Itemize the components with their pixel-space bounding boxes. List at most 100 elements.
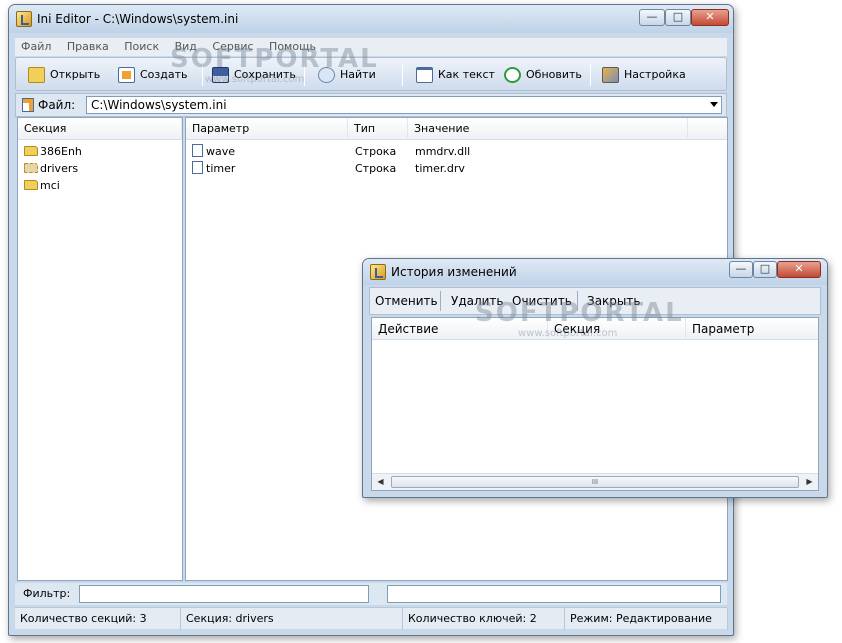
- main-toolbar: Открыть Создать Сохранить Найти Как текс…: [15, 57, 727, 91]
- column-section[interactable]: Секция: [548, 318, 686, 340]
- sections-pane[interactable]: Секция 386Enh drivers mci: [17, 117, 183, 581]
- create-button[interactable]: Создать: [114, 62, 188, 88]
- key-icon: [192, 161, 203, 174]
- column-param[interactable]: Параметр: [186, 118, 348, 140]
- scroll-thumb[interactable]: III: [391, 476, 799, 488]
- window-title: Ini Editor - C:\Windows\system.ini: [37, 12, 239, 26]
- column-section[interactable]: Секция: [18, 118, 182, 140]
- key-value: timer.drv: [415, 162, 465, 175]
- scroll-right-icon[interactable]: ▶: [801, 474, 818, 490]
- status-sections-count: Количество секций: 3: [15, 608, 181, 630]
- status-bar: Количество секций: 3 Секция: drivers Кол…: [15, 607, 728, 630]
- menu-help[interactable]: Помощь: [263, 38, 322, 56]
- menu-file[interactable]: Файл: [15, 38, 57, 56]
- table-row[interactable]: timer Строка timer.drv: [192, 160, 722, 177]
- chevron-down-icon[interactable]: [710, 102, 718, 107]
- minimize-button[interactable]: —: [639, 9, 665, 26]
- scroll-grip: III: [591, 478, 599, 486]
- toolbar-separator: [202, 64, 203, 86]
- column-action[interactable]: Действие: [372, 318, 548, 340]
- filter-input[interactable]: [79, 585, 369, 603]
- menu-search[interactable]: Поиск: [118, 38, 165, 56]
- settings-label: Настройка: [624, 68, 686, 81]
- history-header: Действие Секция Параметр: [372, 318, 818, 340]
- column-type[interactable]: Тип: [348, 118, 408, 140]
- file-bar: Файл: C:\Windows\system.ini: [15, 93, 727, 117]
- as-text-button[interactable]: Как текст: [412, 62, 495, 88]
- sections-header: Секция: [18, 118, 182, 140]
- folder-open-icon: [28, 67, 45, 83]
- section-name: 386Enh: [40, 145, 82, 158]
- filter-bar: Фильтр:: [15, 583, 727, 605]
- key-type: Строка: [355, 145, 397, 158]
- toolbar-separator: [402, 64, 403, 86]
- table-row[interactable]: wave Строка mmdrv.dll: [192, 143, 722, 160]
- file-path-combo[interactable]: C:\Windows\system.ini: [86, 96, 722, 114]
- menu-view[interactable]: Вид: [169, 38, 203, 56]
- menu-bar: Файл Правка Поиск Вид Сервис Помощь: [15, 38, 727, 56]
- toolbar-separator: [440, 291, 441, 311]
- key-type: Строка: [355, 162, 397, 175]
- maximize-button[interactable]: □: [753, 261, 777, 278]
- scroll-left-icon[interactable]: ◀: [372, 474, 389, 490]
- file-label: Файл:: [38, 98, 76, 112]
- keys-header: Параметр Тип Значение: [186, 118, 727, 140]
- section-name: mci: [40, 179, 60, 192]
- save-button[interactable]: Сохранить: [208, 62, 296, 88]
- create-label: Создать: [140, 68, 188, 81]
- as-text-label: Как текст: [438, 68, 495, 81]
- key-icon: [192, 144, 203, 157]
- status-keys-count: Количество ключей: 2: [403, 608, 565, 630]
- find-label: Найти: [340, 68, 376, 81]
- undo-button[interactable]: Отменить: [375, 288, 438, 314]
- settings-button[interactable]: Настройка: [598, 62, 686, 88]
- delete-button[interactable]: Удалить: [451, 288, 504, 314]
- history-toolbar: Отменить Удалить Очистить Закрыть: [369, 287, 821, 315]
- refresh-icon: [504, 67, 521, 83]
- refresh-button[interactable]: Обновить: [500, 62, 582, 88]
- filter-label: Фильтр:: [23, 587, 71, 600]
- column-param[interactable]: Параметр: [686, 318, 820, 340]
- file-icon: [22, 98, 34, 112]
- minimize-button[interactable]: —: [729, 261, 753, 278]
- folder-icon: [24, 163, 38, 173]
- open-label: Открыть: [50, 68, 101, 81]
- save-label: Сохранить: [234, 68, 296, 81]
- refresh-label: Обновить: [526, 68, 582, 81]
- menu-edit[interactable]: Правка: [61, 38, 115, 56]
- key-param: timer: [206, 162, 236, 175]
- find-icon: [318, 67, 335, 83]
- maximize-button[interactable]: □: [665, 9, 691, 26]
- key-value: mmdrv.dll: [415, 145, 471, 158]
- find-button[interactable]: Найти: [314, 62, 376, 88]
- list-item[interactable]: 386Enh: [24, 143, 82, 160]
- title-bar[interactable]: Ini Editor - C:\Windows\system.ini: [9, 5, 733, 33]
- text-view-icon: [416, 67, 433, 83]
- column-value[interactable]: Значение: [408, 118, 688, 140]
- section-name: drivers: [40, 162, 79, 175]
- history-title: История изменений: [391, 265, 517, 279]
- close-button[interactable]: ✕: [777, 261, 821, 278]
- list-item[interactable]: drivers: [24, 160, 79, 177]
- open-button[interactable]: Открыть: [24, 62, 100, 88]
- toolbar-separator: [304, 64, 305, 86]
- folder-icon: [24, 146, 38, 156]
- history-window: История изменений — □ ✕ Отменить Удалить…: [362, 258, 828, 498]
- menu-service[interactable]: Сервис: [206, 38, 259, 56]
- toolbar-separator: [577, 291, 578, 311]
- key-param: wave: [206, 145, 236, 158]
- app-icon: [370, 264, 386, 280]
- history-list[interactable]: Действие Секция Параметр ◀ III ▶: [371, 317, 819, 491]
- status-section: Секция: drivers: [181, 608, 403, 630]
- settings-icon: [602, 67, 619, 83]
- toolbar-separator: [590, 64, 591, 86]
- filter-input-secondary[interactable]: [387, 585, 721, 603]
- close-history-button[interactable]: Закрыть: [587, 288, 640, 314]
- clear-button[interactable]: Очистить: [512, 288, 572, 314]
- file-path-value: C:\Windows\system.ini: [91, 98, 227, 112]
- list-item[interactable]: mci: [24, 177, 60, 194]
- horizontal-scrollbar[interactable]: ◀ III ▶: [372, 473, 818, 490]
- close-button[interactable]: ✕: [691, 9, 729, 26]
- status-mode: Режим: Редактирование: [565, 608, 728, 630]
- save-icon: [212, 67, 229, 83]
